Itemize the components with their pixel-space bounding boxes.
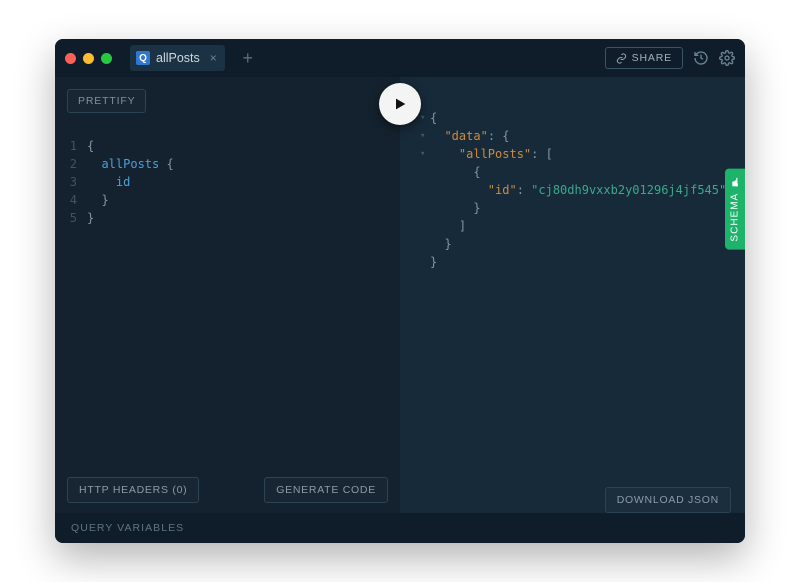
settings-button[interactable] (719, 50, 735, 66)
query-pane: PRETTIFY 1{ 2 allPosts { 3 id 4 } 5} HTT… (55, 77, 400, 513)
share-button[interactable]: SHARE (605, 47, 683, 69)
new-tab-button[interactable]: + (235, 45, 261, 71)
fold-caret-icon[interactable]: ▾ (420, 131, 430, 141)
line-number: 2 (65, 157, 87, 171)
close-tab-icon[interactable]: × (210, 51, 217, 65)
line-number: 1 (65, 139, 87, 153)
play-icon (392, 96, 408, 112)
response-viewer[interactable]: ▾{ ▾ "data": { ▾ "allPosts": [ { "id": "… (400, 77, 745, 477)
fold-caret-icon[interactable]: ▾ (420, 149, 430, 159)
query-tab[interactable]: Q allPosts × (130, 45, 225, 71)
line-number: 5 (65, 211, 87, 225)
pointer-icon: ☚ (728, 177, 742, 189)
query-editor[interactable]: 1{ 2 allPosts { 3 id 4 } 5} (55, 77, 400, 467)
response-pane-footer: DOWNLOAD JSON (400, 477, 745, 513)
http-headers-button[interactable]: HTTP HEADERS (0) (67, 477, 199, 503)
titlebar: Q allPosts × + SHARE (55, 39, 745, 77)
app-window: Q allPosts × + SHARE SCHEMA ☚ (55, 39, 745, 543)
line-number: 4 (65, 193, 87, 207)
gear-icon (719, 50, 735, 66)
history-icon (693, 50, 709, 66)
window-controls (65, 53, 112, 64)
code-text: } (87, 193, 109, 207)
code-text: allPosts { (87, 157, 174, 171)
query-tab-label: allPosts (156, 51, 200, 65)
line-number: 3 (65, 175, 87, 189)
query-variables-label: QUERY VARIABLES (71, 522, 184, 534)
schema-side-tab[interactable]: SCHEMA ☚ (725, 169, 745, 250)
window-minimize-icon[interactable] (83, 53, 94, 64)
schema-label: SCHEMA (730, 193, 741, 242)
history-button[interactable] (693, 50, 709, 66)
code-text: { (87, 139, 94, 153)
titlebar-right: SHARE (605, 47, 735, 69)
code-text: } (87, 211, 94, 225)
query-pane-footer: HTTP HEADERS (0) GENERATE CODE (55, 467, 400, 513)
fold-caret-icon[interactable]: ▾ (420, 113, 430, 123)
content-area: SCHEMA ☚ PRETTIFY 1{ 2 allPosts { 3 id 4… (55, 77, 745, 513)
download-json-button[interactable]: DOWNLOAD JSON (605, 487, 731, 513)
prettify-button[interactable]: PRETTIFY (67, 89, 146, 113)
response-pane: ▾{ ▾ "data": { ▾ "allPosts": [ { "id": "… (400, 77, 745, 513)
window-close-icon[interactable] (65, 53, 76, 64)
query-variables-bar[interactable]: QUERY VARIABLES (55, 513, 745, 543)
window-maximize-icon[interactable] (101, 53, 112, 64)
share-label: SHARE (632, 52, 672, 64)
run-button[interactable] (379, 83, 421, 125)
query-badge-icon: Q (136, 51, 150, 65)
code-text: id (87, 175, 130, 189)
share-icon (616, 53, 627, 64)
generate-code-button[interactable]: GENERATE CODE (264, 477, 388, 503)
